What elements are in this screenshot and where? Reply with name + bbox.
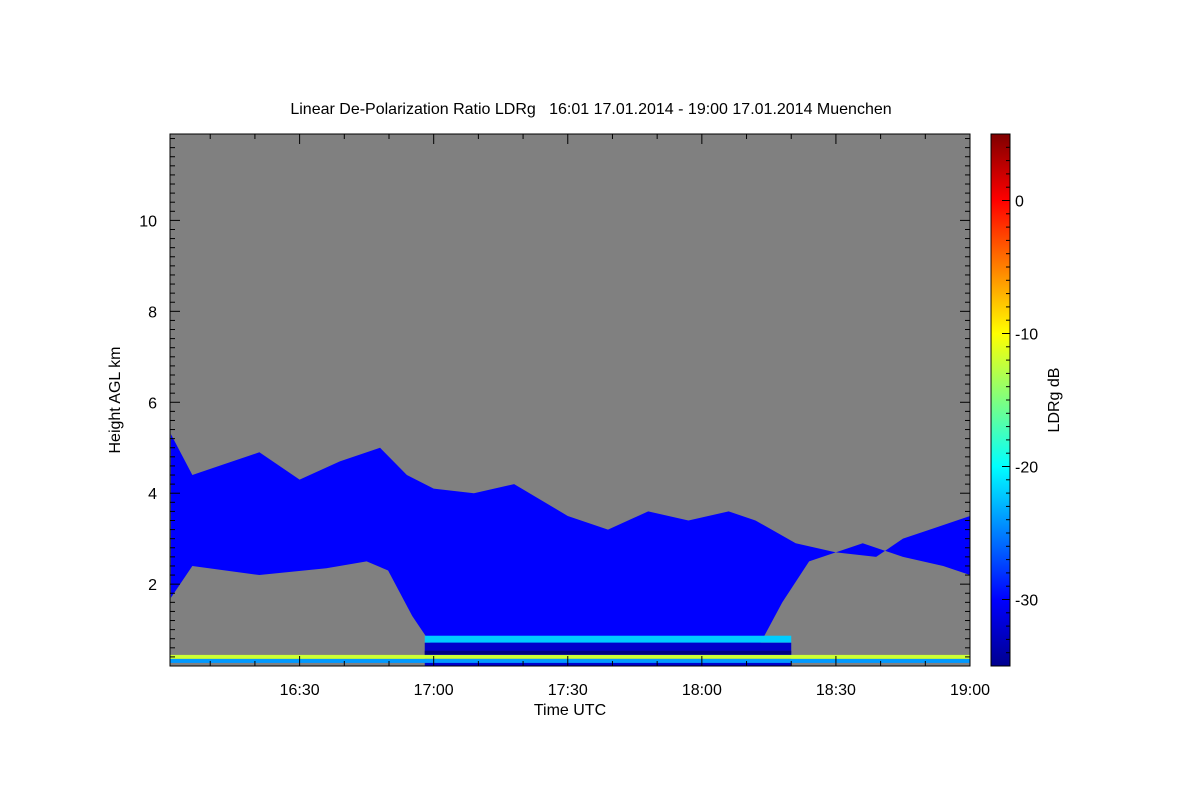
- plot-area: [169, 133, 971, 667]
- y-tick-label: 6: [148, 395, 157, 412]
- x-axis-label: Time UTC: [534, 702, 606, 719]
- x-tick-label: 17:30: [548, 682, 588, 699]
- colorbar-tick-label: 0: [1015, 194, 1024, 211]
- colorbar-tick-label: -30: [1015, 593, 1038, 610]
- y-axis-label: Height AGL km: [107, 346, 124, 453]
- y-tick-label: 8: [148, 304, 157, 321]
- x-tick-label: 16:30: [280, 682, 320, 699]
- y-tick-label: 4: [148, 486, 157, 503]
- x-tick-label: 17:00: [414, 682, 454, 699]
- aerosol-band: [170, 654, 970, 659]
- colorbar-label: LDRg dB: [1046, 368, 1063, 433]
- aerosol-band-lower: [170, 658, 970, 663]
- colorbar: 0 -10 -20 -30 LDRg dB: [990, 133, 1063, 667]
- colorbar-ticks: 0 -10 -20 -30: [1002, 133, 1038, 667]
- x-tick-label: 19:00: [950, 682, 990, 699]
- melting-layer-band: [424, 635, 792, 643]
- x-tick-label: 18:30: [816, 682, 856, 699]
- precipitation-core: [424, 650, 792, 655]
- x-tick-label: 18:00: [682, 682, 722, 699]
- chart-title: Linear De-Polarization Ratio LDRg 16:01 …: [290, 101, 891, 118]
- y-tick-label: 2: [148, 577, 157, 594]
- colorbar-tick-label: -20: [1015, 460, 1038, 477]
- colorbar-tick-label: -10: [1015, 327, 1038, 344]
- ldr-figure: Linear De-Polarization Ratio LDRg 16:01 …: [107, 101, 1063, 719]
- y-tick-label: 10: [139, 213, 157, 230]
